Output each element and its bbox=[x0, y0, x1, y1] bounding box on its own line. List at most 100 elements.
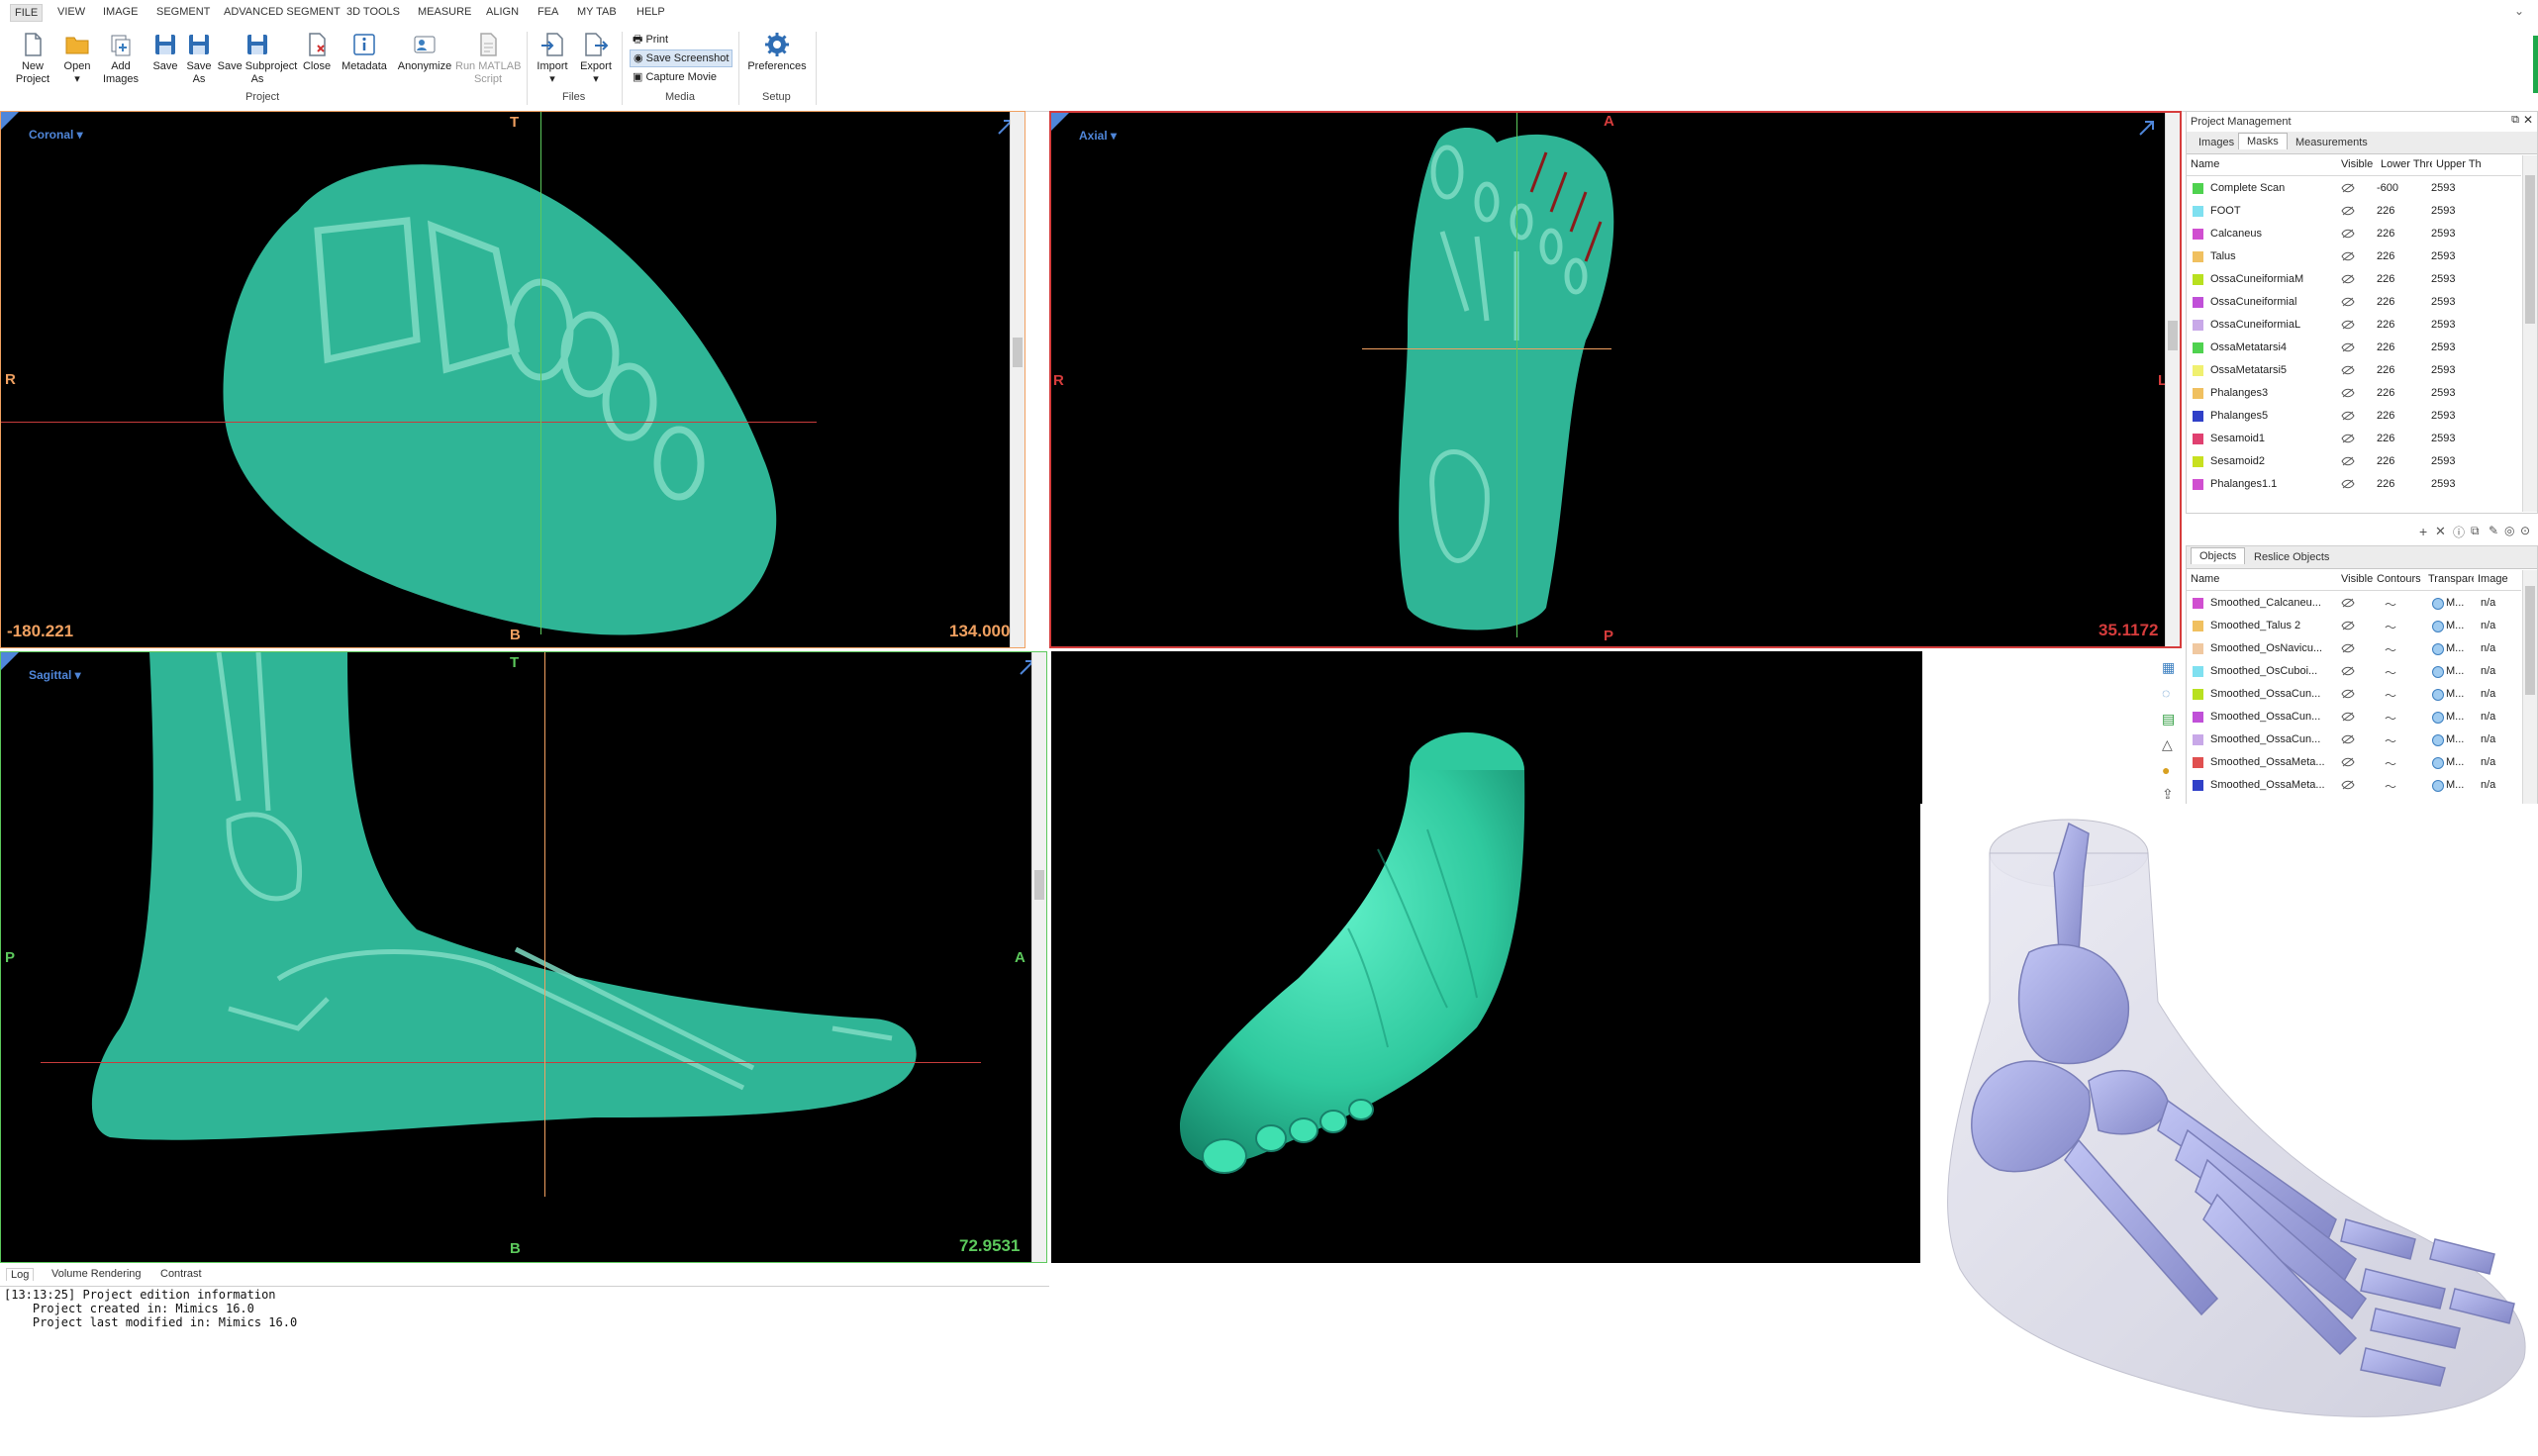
mask-row[interactable]: OssaCuneiformial 226 2593 bbox=[2187, 291, 2521, 314]
mask-color-swatch[interactable] bbox=[2193, 434, 2203, 444]
tab-objects[interactable]: Objects bbox=[2191, 547, 2246, 564]
mask-color-swatch[interactable] bbox=[2193, 229, 2203, 240]
visibility-icon[interactable] bbox=[2341, 734, 2355, 744]
collapse-ribbon-icon[interactable]: ⌄ bbox=[2514, 4, 2524, 18]
mask-upper-threshold[interactable]: 2593 bbox=[2431, 273, 2455, 285]
object-row[interactable]: Smoothed_OssaCun... 〜 M... n/a bbox=[2187, 683, 2521, 706]
rotate-icon[interactable]: ◌ bbox=[2162, 685, 2170, 701]
capture-movie-button[interactable]: ▣ Capture Movie bbox=[630, 69, 720, 85]
mask-upper-threshold[interactable]: 2593 bbox=[2431, 478, 2455, 490]
object-row[interactable]: Smoothed_Calcaneu... 〜 M... n/a bbox=[2187, 592, 2521, 615]
object-row[interactable]: Smoothed_OssaCun... 〜 M... n/a bbox=[2187, 728, 2521, 751]
run-matlab-script-button[interactable]: Run MATLAB Script bbox=[455, 32, 521, 86]
save-screenshot-button[interactable]: ◉ Save Screenshot bbox=[630, 49, 733, 67]
scrollbar-thumb[interactable] bbox=[1013, 338, 1023, 367]
objects-scrollbar[interactable] bbox=[2522, 570, 2537, 804]
mask-lower-threshold[interactable]: 226 bbox=[2377, 250, 2394, 262]
delete-icon[interactable]: ✕ bbox=[2435, 524, 2446, 539]
object-row[interactable]: Smoothed_OsCuboi... 〜 M... n/a bbox=[2187, 660, 2521, 683]
visibility-icon[interactable] bbox=[2341, 342, 2355, 352]
export-button[interactable]: Export ▾ bbox=[576, 32, 616, 86]
mask-upper-threshold[interactable]: 2593 bbox=[2431, 205, 2455, 217]
menu-view[interactable]: VIEW bbox=[57, 6, 85, 18]
contour-icon[interactable]: 〜 bbox=[2385, 641, 2396, 658]
object-transparency[interactable]: M... bbox=[2446, 642, 2464, 654]
object-color-swatch[interactable] bbox=[2193, 666, 2203, 677]
new-project-button[interactable]: New Project bbox=[12, 32, 53, 86]
object-color-swatch[interactable] bbox=[2193, 734, 2203, 745]
coronal-viewport[interactable]: Coronal ▾ T B R L -180.221 134.0000 bbox=[0, 111, 1025, 648]
object-transparency[interactable]: M... bbox=[2446, 733, 2464, 745]
coronal-view-selector[interactable]: Coronal ▾ bbox=[29, 128, 83, 142]
mask-color-swatch[interactable] bbox=[2193, 456, 2203, 467]
column-lower-threshold[interactable]: Lower Threshold bbox=[2381, 158, 2432, 170]
object-transparency[interactable]: M... bbox=[2446, 756, 2464, 768]
mask-color-swatch[interactable] bbox=[2193, 183, 2203, 194]
mask-upper-threshold[interactable]: 2593 bbox=[2431, 455, 2455, 467]
mask-row[interactable]: Talus 226 2593 bbox=[2187, 245, 2521, 268]
edit-icon[interactable]: ✎ bbox=[2489, 524, 2498, 537]
mask-color-swatch[interactable] bbox=[2193, 297, 2203, 308]
mask-row[interactable]: FOOT 226 2593 bbox=[2187, 200, 2521, 223]
mask-lower-threshold[interactable]: -600 bbox=[2377, 182, 2398, 194]
mask-row[interactable]: Phalanges1.1 226 2593 bbox=[2187, 473, 2521, 496]
mask-upper-threshold[interactable]: 2593 bbox=[2431, 228, 2455, 240]
menu-help[interactable]: HELP bbox=[636, 6, 665, 18]
anonymize-button[interactable]: Anonymize bbox=[396, 32, 453, 73]
preferences-button[interactable]: Preferences bbox=[744, 32, 810, 73]
metadata-button[interactable]: Metadata bbox=[339, 32, 390, 73]
visibility-icon[interactable] bbox=[2341, 365, 2355, 375]
tab-volume-rendering[interactable]: Volume Rendering bbox=[51, 1268, 142, 1280]
sagittal-view-selector[interactable]: Sagittal ▾ bbox=[29, 668, 81, 682]
mask-lower-threshold[interactable]: 226 bbox=[2377, 273, 2394, 285]
mask-lower-threshold[interactable]: 226 bbox=[2377, 319, 2394, 331]
sagittal-scrollbar[interactable] bbox=[1031, 652, 1046, 1262]
object-color-swatch[interactable] bbox=[2193, 757, 2203, 768]
visibility-icon[interactable] bbox=[2341, 320, 2355, 330]
contour-icon[interactable]: 〜 bbox=[2385, 778, 2396, 795]
save-as-button[interactable]: Save As bbox=[184, 32, 214, 86]
light-icon[interactable]: ● bbox=[2162, 762, 2170, 778]
mask-row[interactable]: Sesamoid2 226 2593 bbox=[2187, 450, 2521, 473]
mask-upper-threshold[interactable]: 2593 bbox=[2431, 341, 2455, 353]
transparency-icon[interactable] bbox=[2432, 757, 2444, 769]
mask-color-swatch[interactable] bbox=[2193, 206, 2203, 217]
contour-icon[interactable]: 〜 bbox=[2385, 619, 2396, 635]
object-transparency[interactable]: M... bbox=[2446, 597, 2464, 609]
mask-upper-threshold[interactable]: 2593 bbox=[2431, 250, 2455, 262]
column-name[interactable]: Name bbox=[2191, 573, 2270, 585]
mask-upper-threshold[interactable]: 2593 bbox=[2431, 182, 2455, 194]
save-button[interactable]: Save bbox=[148, 32, 182, 73]
menu-file[interactable]: FILE bbox=[10, 4, 44, 22]
visibility-icon[interactable] bbox=[2341, 229, 2355, 239]
mask-lower-threshold[interactable]: 226 bbox=[2377, 364, 2394, 376]
mask-row[interactable]: OssaMetatarsi5 226 2593 bbox=[2187, 359, 2521, 382]
sagittal-viewport[interactable]: Sagittal ▾ T B P A 72.9531 bbox=[0, 651, 1047, 1263]
menu-segment[interactable]: SEGMENT bbox=[156, 6, 210, 18]
contour-icon[interactable]: 〜 bbox=[2385, 710, 2396, 727]
column-image[interactable]: Image bbox=[2478, 573, 2517, 585]
mask-upper-threshold[interactable]: 2593 bbox=[2431, 433, 2455, 444]
visibility-icon[interactable] bbox=[2341, 183, 2355, 193]
column-visible[interactable]: Visible bbox=[2341, 573, 2375, 585]
menu-my-tab[interactable]: MY TAB bbox=[577, 6, 617, 18]
mask-lower-threshold[interactable]: 226 bbox=[2377, 478, 2394, 490]
visibility-icon[interactable] bbox=[2341, 411, 2355, 421]
contour-icon[interactable]: 〜 bbox=[2385, 664, 2396, 681]
mask-row[interactable]: OssaCuneiformiaL 226 2593 bbox=[2187, 314, 2521, 337]
mask-lower-threshold[interactable]: 226 bbox=[2377, 341, 2394, 353]
menu-align[interactable]: ALIGN bbox=[486, 6, 519, 18]
info-icon[interactable]: ⓘ bbox=[2453, 524, 2465, 540]
scrollbar-thumb[interactable] bbox=[1034, 870, 1044, 900]
scrollbar-thumb[interactable] bbox=[2525, 175, 2535, 324]
mask-upper-threshold[interactable]: 2593 bbox=[2431, 387, 2455, 399]
mask-lower-threshold[interactable]: 226 bbox=[2377, 455, 2394, 467]
masks-scrollbar[interactable] bbox=[2522, 155, 2537, 512]
mask-lower-threshold[interactable]: 226 bbox=[2377, 433, 2394, 444]
mask-upper-threshold[interactable]: 2593 bbox=[2431, 296, 2455, 308]
transparency-icon[interactable] bbox=[2432, 780, 2444, 792]
object-row[interactable]: Smoothed_OssaMeta... 〜 M... n/a bbox=[2187, 774, 2521, 797]
close-icon[interactable]: ✕ bbox=[2523, 113, 2533, 127]
object-row[interactable]: Smoothed_OssaMeta... 〜 M... n/a bbox=[2187, 751, 2521, 774]
mask-row[interactable]: OssaMetatarsi4 226 2593 bbox=[2187, 337, 2521, 359]
